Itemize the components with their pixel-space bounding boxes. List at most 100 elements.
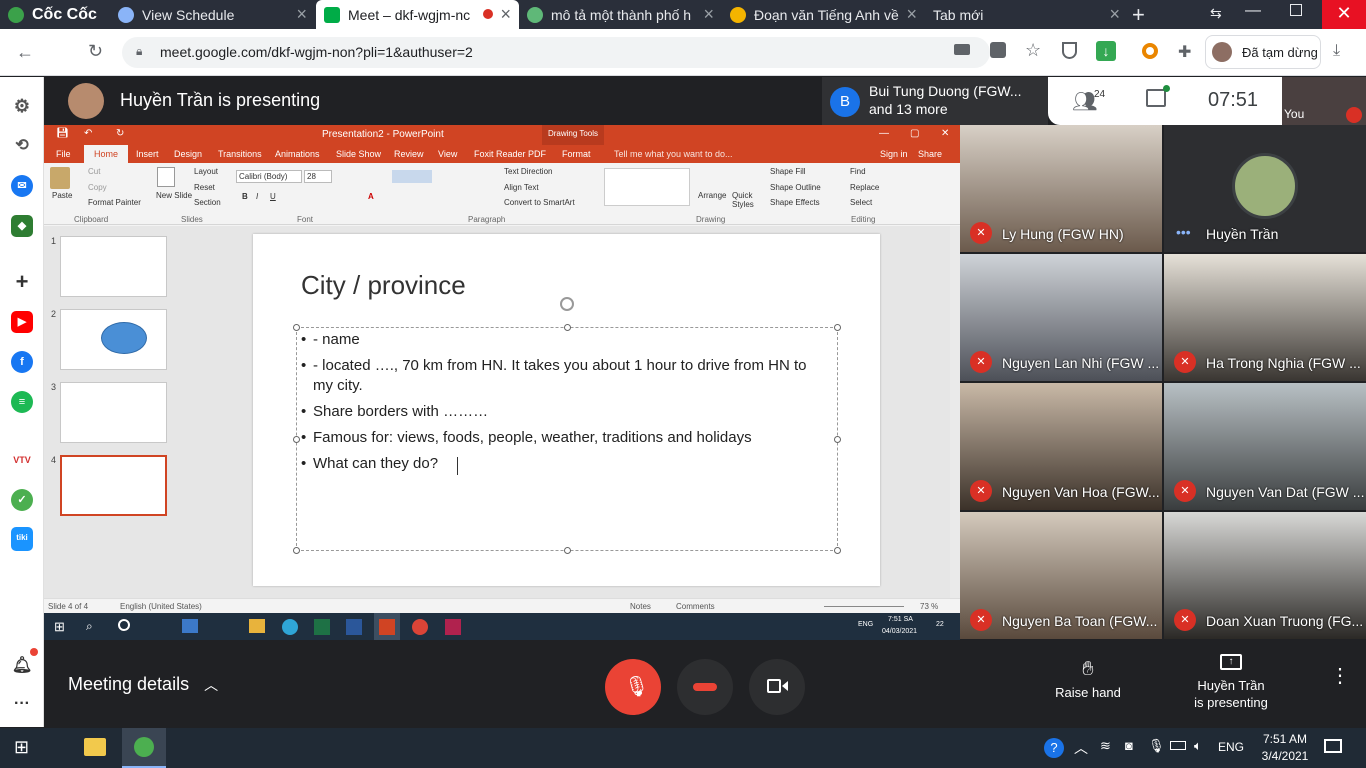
share-button[interactable]: Share <box>918 149 942 159</box>
back-arrow-icon[interactable]: ← <box>16 42 34 63</box>
reload-icon[interactable]: ↻ <box>88 41 103 62</box>
tell-me-search[interactable]: Tell me what you want to do... <box>614 149 733 159</box>
shield-icon[interactable] <box>1062 42 1077 59</box>
participant-tile[interactable]: ✕ Nguyen Lan Nhi (FGW ... <box>960 254 1162 381</box>
slide-thumbnail-2[interactable] <box>60 309 167 370</box>
file-explorer-icon[interactable] <box>84 738 106 756</box>
address-bar[interactable]: 🔒︎ meet.google.com/dkf-wgjm-non?pli=1&au… <box>122 37 990 68</box>
menu-transitions[interactable]: Transitions <box>218 149 262 159</box>
volume-icon[interactable]: 🔈︎ <box>1194 738 1202 754</box>
close-tab-icon[interactable]: × <box>500 4 511 25</box>
paste-icon[interactable] <box>50 167 70 189</box>
resize-handle[interactable] <box>564 324 571 331</box>
participant-tile[interactable]: ✕ Nguyen Van Dat (FGW ... <box>1164 383 1366 510</box>
chat-icon[interactable] <box>1146 89 1166 107</box>
translate-icon[interactable] <box>990 42 1006 58</box>
messenger-icon[interactable]: ✉ <box>11 175 33 197</box>
microphone-tray-icon[interactable]: 🎙︎ <box>1148 738 1165 754</box>
comments-button[interactable]: Comments <box>676 602 715 611</box>
battery-icon[interactable] <box>1170 741 1186 750</box>
replace-button[interactable]: Replace <box>850 183 879 192</box>
input-language[interactable]: ENG <box>1218 740 1244 754</box>
history-icon[interactable]: ⟲ <box>11 135 33 157</box>
taskbar-time[interactable]: 7:51 AM <box>1258 732 1312 746</box>
tab-view-schedule[interactable]: View Schedule × <box>110 0 315 29</box>
tab-doan-van[interactable]: Đoạn văn Tiếng Anh về × <box>722 0 925 29</box>
slide-title[interactable]: City / province <box>301 270 466 301</box>
more-icon[interactable]: ··· <box>11 693 33 715</box>
menu-insert[interactable]: Insert <box>136 149 159 159</box>
coccoc-taskbar-button[interactable] <box>122 728 166 768</box>
add-icon[interactable]: + <box>11 271 33 293</box>
more-options-icon[interactable]: ⋮ <box>1330 666 1350 686</box>
puzzle-extensions-icon[interactable]: ✚ <box>1178 42 1191 62</box>
settings-gear-icon[interactable]: ⚙ <box>11 95 33 117</box>
minimize-window-icon[interactable]: — <box>1245 2 1261 20</box>
download-arrow-icon[interactable]: ⤓ <box>1333 42 1340 60</box>
participant-tile[interactable]: ✕ Doan Xuan Truong (FG... <box>1164 512 1366 639</box>
ppt-maximize-icon[interactable]: ▢ <box>910 128 919 139</box>
camera-indicator-icon[interactable] <box>954 44 970 55</box>
tiki-icon[interactable]: tiki <box>11 527 33 551</box>
microphone-toggle-button[interactable]: 🎙︎ <box>605 659 661 715</box>
meeting-details-button[interactable]: Meeting details ︿ <box>68 674 218 695</box>
resize-handle[interactable] <box>564 547 571 554</box>
layout-button[interactable]: Layout <box>194 167 218 176</box>
leave-call-button[interactable] <box>677 659 733 715</box>
italic-button[interactable]: I <box>256 192 258 201</box>
new-tab-plus-icon[interactable]: + <box>1132 2 1145 28</box>
menu-animations[interactable]: Animations <box>275 149 320 159</box>
paste-label[interactable]: Paste <box>52 191 72 200</box>
cut-button[interactable]: Cut <box>88 167 100 176</box>
save-icon[interactable]: 💾︎ <box>56 128 69 139</box>
language-status[interactable]: English (United States) <box>120 602 202 611</box>
download-icon[interactable]: ↓ <box>1096 41 1116 61</box>
font-name-select[interactable]: Calibri (Body) <box>236 170 302 183</box>
shape-fill-button[interactable]: Shape Fill <box>770 167 806 176</box>
youtube-icon[interactable]: ▶ <box>11 311 33 333</box>
menu-slide-show[interactable]: Slide Show <box>336 149 381 159</box>
copy-button[interactable]: Copy <box>88 183 107 192</box>
slide-thumbnail-4[interactable] <box>60 455 167 516</box>
font-size-select[interactable]: 28 <box>304 170 332 183</box>
section-button[interactable]: Section <box>194 198 221 207</box>
menu-home[interactable]: Home <box>84 145 129 163</box>
bold-button[interactable]: B <box>242 192 248 201</box>
resize-handle[interactable] <box>834 547 841 554</box>
notification-bell-icon[interactable]: 🔔︎ <box>11 655 33 677</box>
align-text-button[interactable]: Align Text <box>504 183 539 192</box>
tab-mo-ta-thanh-pho[interactable]: mô tả một thành phố h × <box>519 0 722 29</box>
sign-in-link[interactable]: Sign in <box>880 149 908 159</box>
font-color-icon[interactable]: A <box>368 192 374 201</box>
camera-toggle-button[interactable] <box>749 659 805 715</box>
select-button[interactable]: Select <box>850 198 872 207</box>
extension-icon[interactable] <box>1142 43 1158 59</box>
new-slide-icon[interactable] <box>157 167 175 187</box>
ppt-close-icon[interactable]: ✕ <box>941 128 949 139</box>
resize-handle[interactable] <box>293 324 300 331</box>
spotify-icon[interactable]: ≡ <box>11 391 33 413</box>
resize-handle[interactable] <box>834 436 841 443</box>
close-window-icon[interactable]: ✕ <box>1322 0 1366 29</box>
reset-button[interactable]: Reset <box>194 183 215 192</box>
resize-handle[interactable] <box>293 547 300 554</box>
facebook-icon[interactable]: f <box>11 351 33 373</box>
zoom-level[interactable]: 73 % <box>920 602 938 611</box>
slide-scrollbar[interactable] <box>950 226 960 598</box>
shapes-gallery[interactable] <box>604 168 690 206</box>
resize-handle[interactable] <box>293 436 300 443</box>
new-slide-label[interactable]: New Slide <box>156 191 192 200</box>
undo-icon[interactable]: ↶ <box>84 128 92 139</box>
taskbar-date[interactable]: 3/4/2021 <box>1258 749 1312 763</box>
close-tab-icon[interactable]: × <box>296 4 307 25</box>
wifi-icon[interactable]: ≋ <box>1100 738 1111 754</box>
coccoc-app-icon[interactable]: ✓ <box>11 489 33 511</box>
vtv-icon[interactable]: VTV <box>11 449 33 471</box>
help-icon[interactable]: ? <box>1044 738 1064 758</box>
close-tab-icon[interactable]: × <box>1109 4 1120 25</box>
text-direction-button[interactable]: Text Direction <box>504 167 552 176</box>
shape-outline-button[interactable]: Shape Outline <box>770 183 821 192</box>
arrange-button[interactable]: Arrange <box>698 191 726 200</box>
menu-design[interactable]: Design <box>174 149 202 159</box>
tab-search-icon[interactable]: ⇆ <box>1210 5 1222 22</box>
